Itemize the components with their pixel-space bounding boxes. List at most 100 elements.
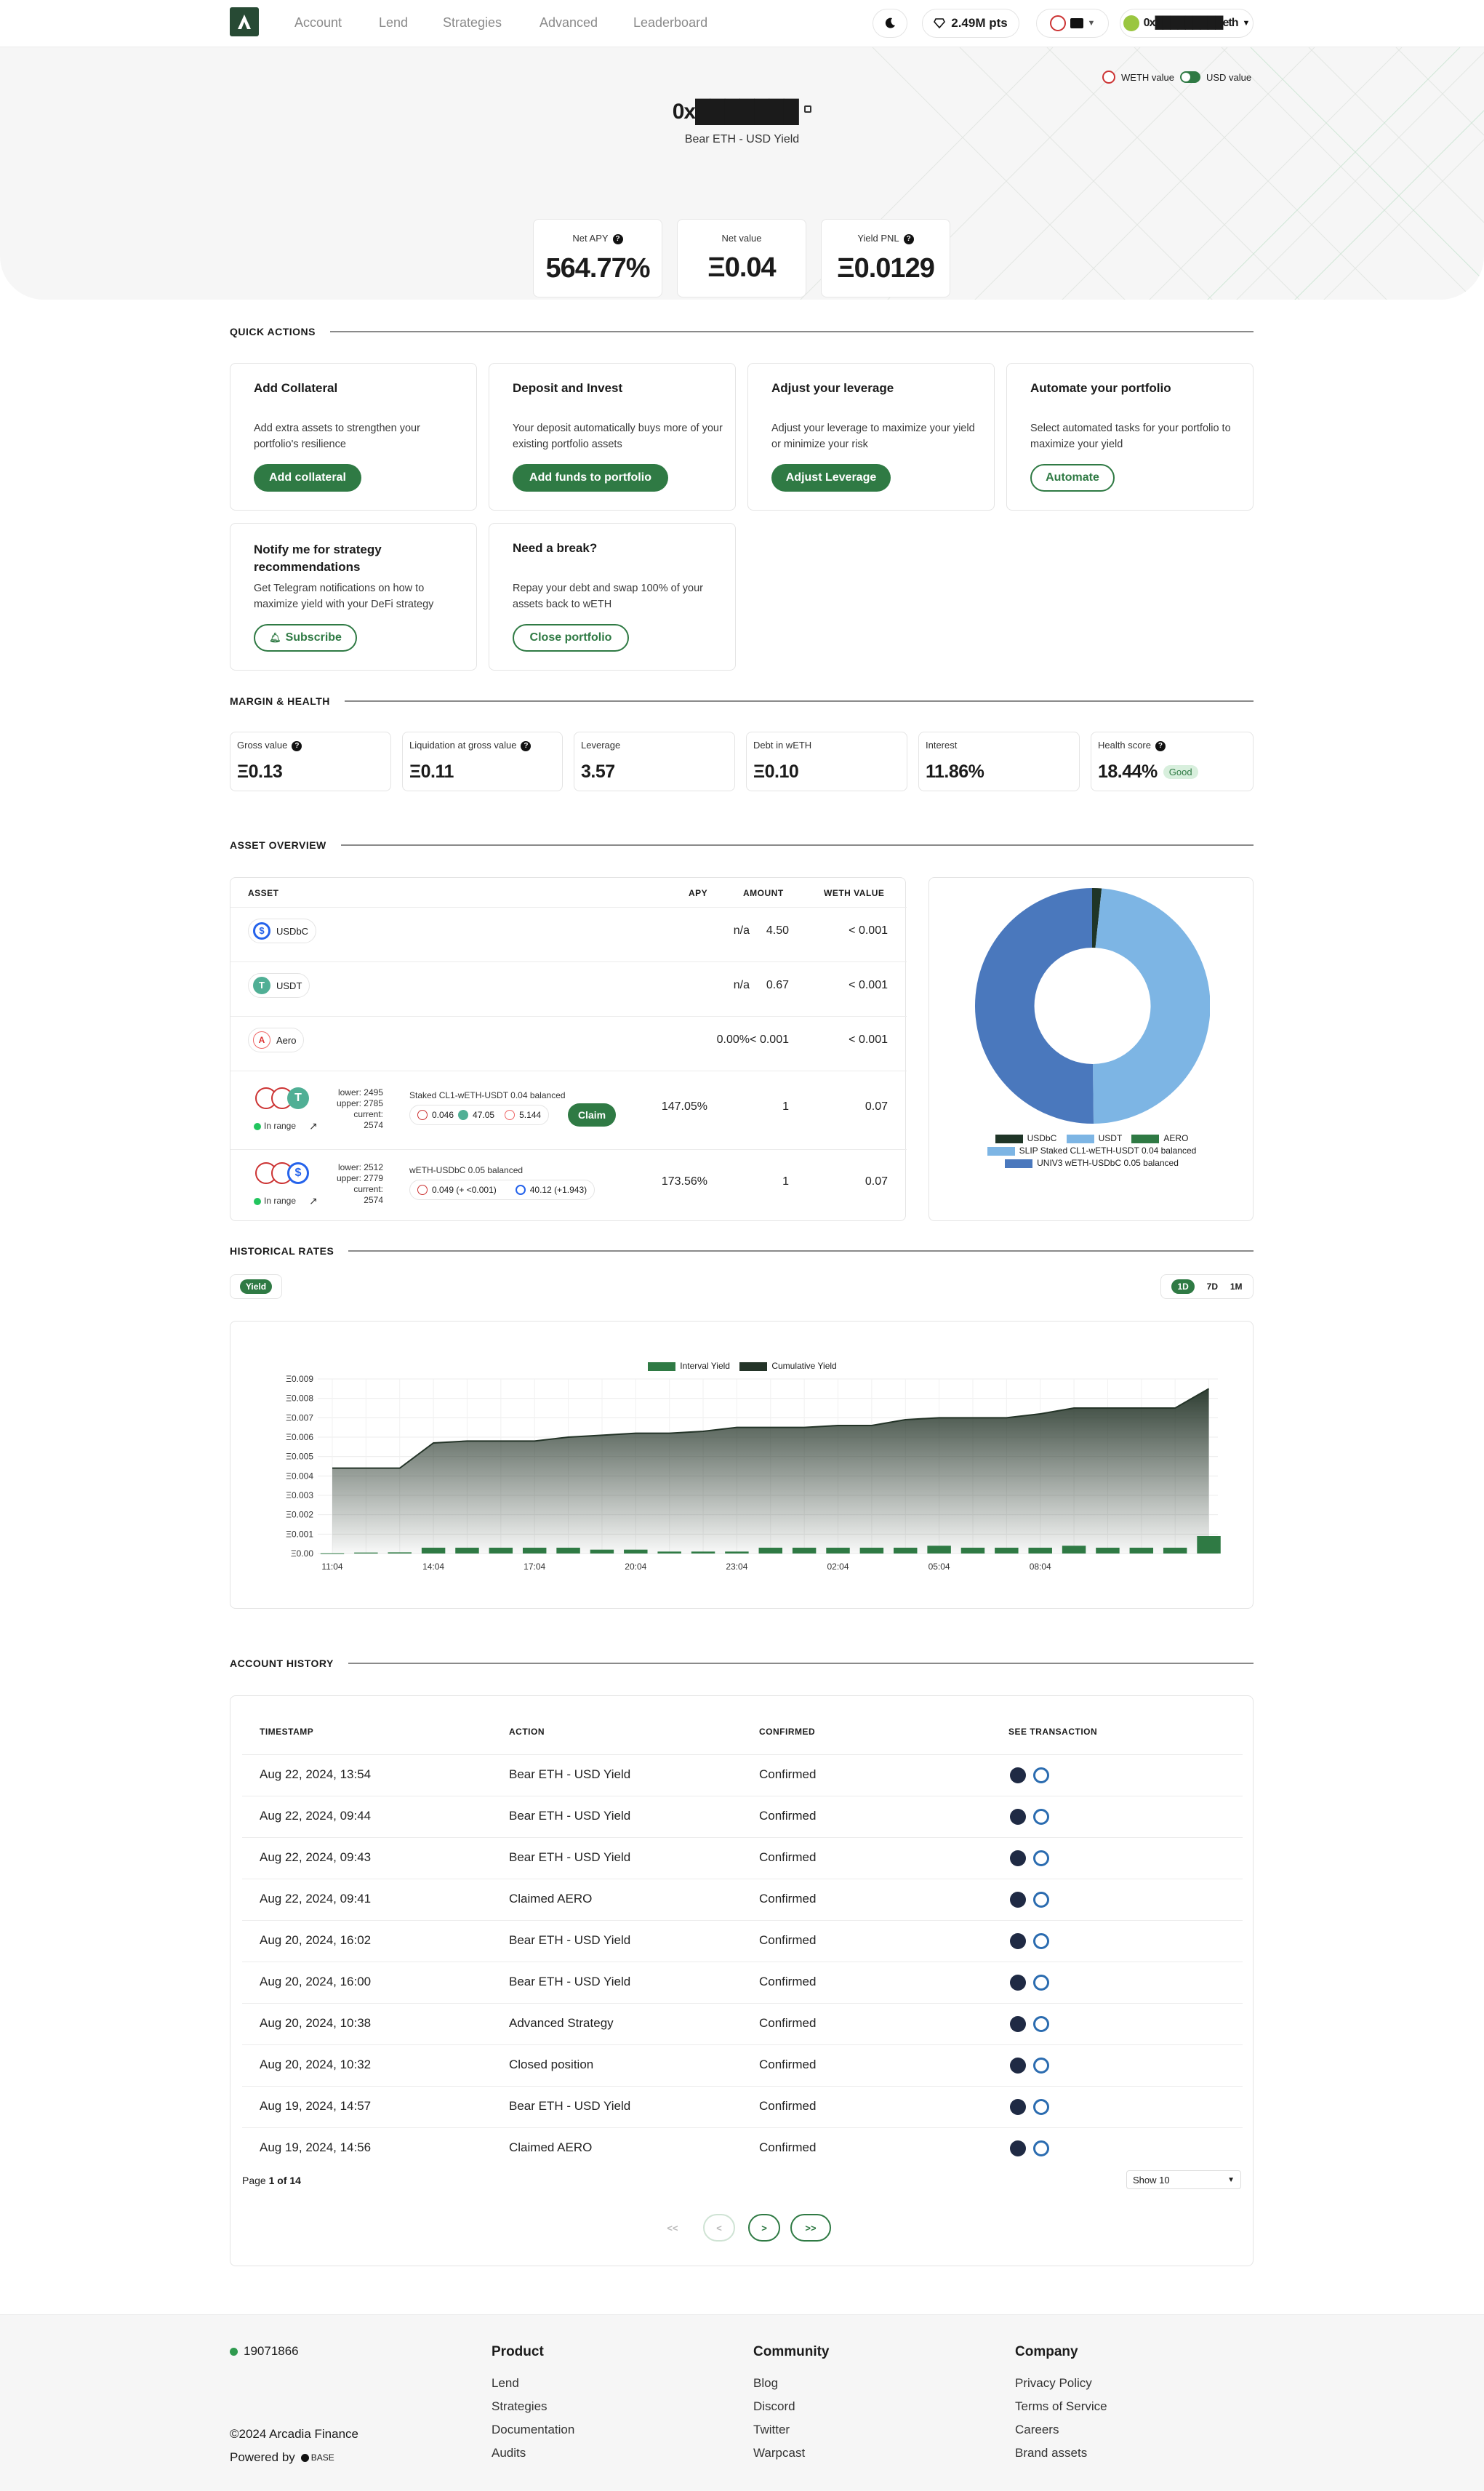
next-page-button[interactable]: >	[748, 2214, 780, 2242]
network-selector[interactable]: ▼	[1036, 9, 1109, 38]
basescan-icon[interactable]	[1010, 1975, 1026, 1991]
explorer-icon[interactable]	[1033, 1809, 1049, 1825]
table-row: Aug 20, 2024, 16:02 Bear ETH - USD Yield C…	[230, 1920, 1254, 1962]
y-tick-label: Ξ0.008	[286, 1394, 313, 1404]
interval-yield-bar	[657, 1551, 681, 1554]
basescan-icon[interactable]	[1010, 2140, 1026, 2156]
debt-box: Debt in wETH Ξ0.10	[746, 732, 907, 791]
wallet-button[interactable]: 0x█████████eth ▼	[1120, 9, 1254, 38]
info-icon[interactable]: ?	[292, 740, 302, 751]
automate-button[interactable]: Automate	[1030, 464, 1115, 492]
points-value: 2.49M pts	[951, 16, 1008, 30]
copy-icon[interactable]	[804, 105, 812, 113]
row-action: Bear ETH - USD Yield	[509, 1975, 631, 1988]
card-description: Repay your debt and swap 100% of your as…	[513, 583, 703, 610]
notify-card: Notify me for strategy recommendations G…	[230, 523, 477, 671]
footer-link-blog[interactable]: Blog	[753, 2376, 778, 2391]
info-icon[interactable]: ?	[521, 740, 532, 751]
x-tick-label: 20:04	[625, 1562, 646, 1572]
basescan-icon[interactable]	[1010, 1933, 1026, 1949]
explorer-icon[interactable]	[1033, 2099, 1049, 2115]
interval-yield-bar	[995, 1548, 1019, 1554]
historical-rates-heading: HISTORICAL RATES	[230, 1244, 1254, 1258]
avatar	[1123, 15, 1139, 31]
last-page-button[interactable]: >>	[790, 2214, 831, 2242]
explorer-icon[interactable]	[1033, 1767, 1049, 1783]
info-icon[interactable]: ?	[903, 233, 914, 244]
tab-yield[interactable]: Yield	[239, 1279, 273, 1294]
footer-link-audits[interactable]: Audits	[492, 2446, 526, 2460]
arcadia-logo[interactable]	[230, 7, 259, 36]
footer-link-twitter[interactable]: Twitter	[753, 2423, 790, 2437]
info-icon[interactable]: ?	[1155, 740, 1166, 751]
range-7d[interactable]: 7D	[1207, 1282, 1218, 1292]
table-row: Aug 22, 2024, 13:54 Bear ETH - USD Yield C…	[230, 1754, 1254, 1796]
basescan-icon[interactable]	[1010, 1850, 1026, 1866]
interval-yield-bar	[691, 1551, 715, 1554]
previous-page-button[interactable]: <	[703, 2214, 735, 2242]
footer-link-discord[interactable]: Discord	[753, 2399, 795, 2414]
row-timestamp: Aug 19, 2024, 14:57	[260, 2099, 372, 2113]
interval-yield-bar	[859, 1548, 884, 1554]
adjust-leverage-button[interactable]: Adjust Leverage	[771, 464, 891, 492]
basescan-icon[interactable]	[1010, 2058, 1026, 2074]
basescan-icon[interactable]	[1010, 1809, 1026, 1825]
footer-link-warpcast[interactable]: Warpcast	[753, 2446, 805, 2460]
add-funds-button[interactable]: Add funds to portfolio	[513, 464, 668, 492]
donut-slice-usdt[interactable]	[1093, 888, 1210, 1124]
nav-account[interactable]: Account	[294, 15, 342, 31]
subscribe-button[interactable]: 🔔︎ Subscribe	[254, 624, 357, 652]
basescan-icon[interactable]	[1010, 1892, 1026, 1908]
basescan-icon[interactable]	[1010, 1767, 1026, 1783]
explorer-icon[interactable]	[1033, 2058, 1049, 2074]
explorer-icon[interactable]	[1033, 1975, 1049, 1991]
explorer-icon[interactable]	[1033, 2016, 1049, 2032]
first-page-button[interactable]: <<	[657, 2214, 689, 2242]
base-logo[interactable]: BASE	[300, 2452, 334, 2463]
toggle-switch[interactable]	[1179, 71, 1200, 83]
gross-value-label: Gross value	[237, 740, 288, 751]
nav-strategies[interactable]: Strategies	[443, 15, 502, 31]
explorer-icon[interactable]	[1033, 1933, 1049, 1949]
info-icon[interactable]: ?	[612, 233, 623, 244]
footer-link-brand-assets[interactable]: Brand assets	[1015, 2446, 1087, 2460]
value-toggle[interactable]: WETH value USD value	[1102, 71, 1251, 84]
basescan-icon[interactable]	[1010, 2099, 1026, 2115]
footer-link-privacy[interactable]: Privacy Policy	[1015, 2376, 1092, 2391]
points-badge[interactable]: 2.49M pts	[922, 9, 1019, 38]
claim-button[interactable]: Claim	[568, 1103, 616, 1127]
asset-weth-value: 0.07	[865, 1100, 888, 1113]
footer-link-terms[interactable]: Terms of Service	[1015, 2399, 1107, 2414]
close-portfolio-button[interactable]: Close portfolio	[513, 624, 629, 652]
range-1m[interactable]: 1M	[1230, 1282, 1243, 1292]
net-value-value: Ξ0.04	[707, 252, 776, 283]
row-action: Bear ETH - USD Yield	[509, 2099, 631, 2113]
explorer-icon[interactable]	[1033, 1850, 1049, 1866]
margin-health-heading: MARGIN & HEALTH	[230, 694, 1254, 708]
leverage-box: Leverage 3.57	[574, 732, 735, 791]
usdbc-icon: $	[253, 922, 270, 940]
nav-advanced[interactable]: Advanced	[540, 15, 598, 31]
footer-link-documentation[interactable]: Documentation	[492, 2423, 574, 2437]
row-status: Confirmed	[759, 2016, 817, 2030]
theme-toggle-button[interactable]	[873, 9, 907, 38]
basescan-icon[interactable]	[1010, 2016, 1026, 2032]
strategy-name: Bear ETH - USD Yield	[684, 133, 800, 145]
donut-slice-univ3[interactable]	[975, 888, 1094, 1124]
quick-actions-heading: QUICK ACTIONS	[230, 324, 1254, 339]
range-info: lower: 2495 upper: 2785 current: 2574	[336, 1087, 383, 1130]
external-link-icon[interactable]: ↗	[309, 1121, 318, 1132]
explorer-icon[interactable]	[1033, 2140, 1049, 2156]
add-collateral-button[interactable]: Add collateral	[254, 464, 361, 492]
footer-link-strategies[interactable]: Strategies	[492, 2399, 548, 2414]
range-1d[interactable]: 1D	[1171, 1279, 1195, 1294]
nav-lend[interactable]: Lend	[379, 15, 408, 31]
footer-link-careers[interactable]: Careers	[1015, 2423, 1059, 2437]
external-link-icon[interactable]: ↗	[309, 1196, 318, 1207]
y-tick-label: Ξ0.009	[286, 1374, 313, 1384]
footer-link-lend[interactable]: Lend	[492, 2376, 519, 2391]
legend-item-slip: SLIP Staked CL1-wETH-USDT 0.04 balanced	[929, 1145, 1254, 1157]
explorer-icon[interactable]	[1033, 1892, 1049, 1908]
page-size-select[interactable]: Show 10 ▼	[1126, 2170, 1241, 2189]
nav-leaderboard[interactable]: Leaderboard	[633, 15, 707, 31]
